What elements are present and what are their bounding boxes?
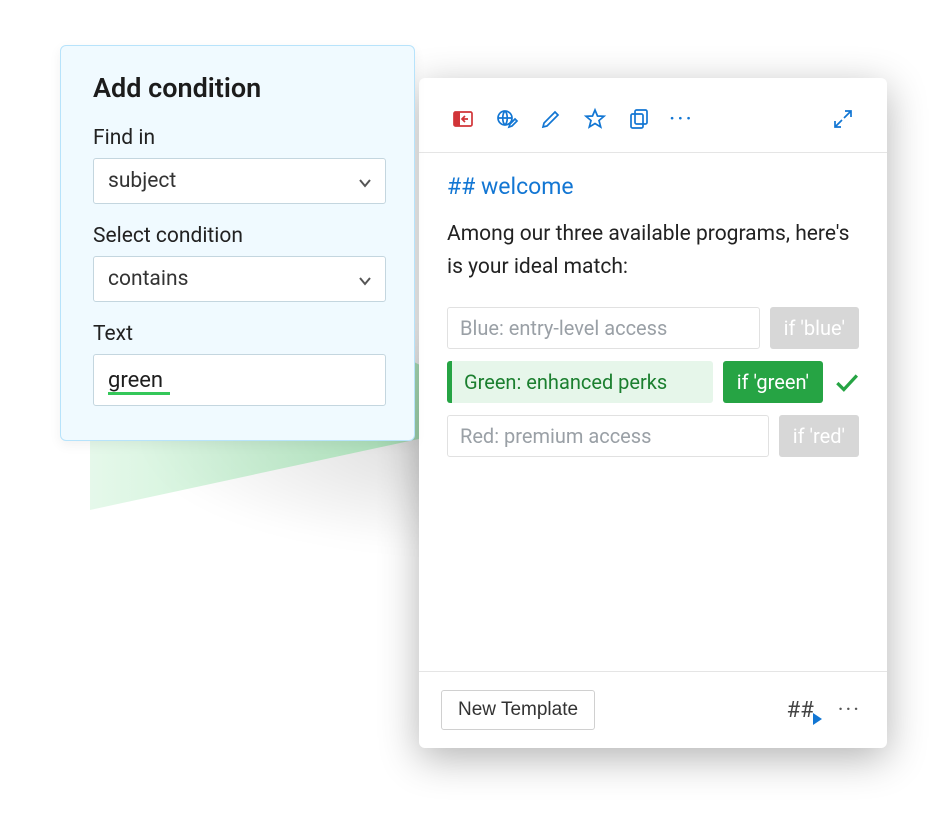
add-condition-panel: Add condition Find in subject Select con…	[60, 45, 415, 441]
more-icon[interactable]: ···	[663, 105, 700, 133]
condition-pill: if 'red'	[779, 415, 859, 457]
select-condition-label: Select condition	[93, 224, 386, 248]
condition-text: Blue: entry-level access	[447, 307, 760, 349]
chevron-down-icon	[357, 173, 373, 189]
expand-icon[interactable]	[823, 102, 863, 136]
panel-title: Add condition	[93, 72, 386, 104]
find-in-select[interactable]: subject	[93, 158, 386, 204]
condition-text: Red: premium access	[447, 415, 769, 457]
text-input[interactable]: green	[93, 354, 386, 406]
condition-text: Green: enhanced perks	[447, 361, 713, 403]
new-template-button[interactable]: New Template	[441, 690, 595, 730]
dock-left-icon[interactable]	[443, 102, 483, 136]
editor-toolbar: ···	[419, 78, 887, 153]
find-in-value: subject	[108, 169, 176, 193]
chevron-down-icon	[357, 271, 373, 287]
text-label: Text	[93, 322, 386, 346]
text-value: green	[108, 368, 163, 393]
select-condition-value: contains	[108, 267, 188, 291]
checkmark-icon	[833, 369, 859, 395]
condition-row[interactable]: Green: enhanced perks if 'green'	[447, 361, 859, 403]
template-description: Among our three available programs, here…	[447, 218, 859, 283]
condition-pill: if 'blue'	[770, 307, 859, 349]
globe-pen-icon[interactable]	[487, 102, 527, 136]
find-in-label: Find in	[93, 126, 386, 150]
hash-label: ##	[787, 698, 814, 723]
copy-icon[interactable]	[619, 102, 659, 136]
footer-more-icon[interactable]: ···	[834, 698, 865, 723]
select-condition-select[interactable]: contains	[93, 256, 386, 302]
pencil-icon[interactable]	[531, 102, 571, 136]
template-editor-panel: ··· ## welcome Among our three available…	[419, 78, 887, 748]
hash-button[interactable]: ##	[781, 698, 820, 723]
text-underline	[108, 392, 170, 395]
condition-row[interactable]: Red: premium access if 'red'	[447, 415, 859, 457]
editor-footer: New Template ## ···	[419, 671, 887, 748]
condition-pill: if 'green'	[723, 361, 823, 403]
star-icon[interactable]	[575, 102, 615, 136]
condition-row[interactable]: Blue: entry-level access if 'blue'	[447, 307, 859, 349]
template-heading[interactable]: ## welcome	[447, 173, 859, 200]
play-overlay-icon	[813, 713, 822, 725]
